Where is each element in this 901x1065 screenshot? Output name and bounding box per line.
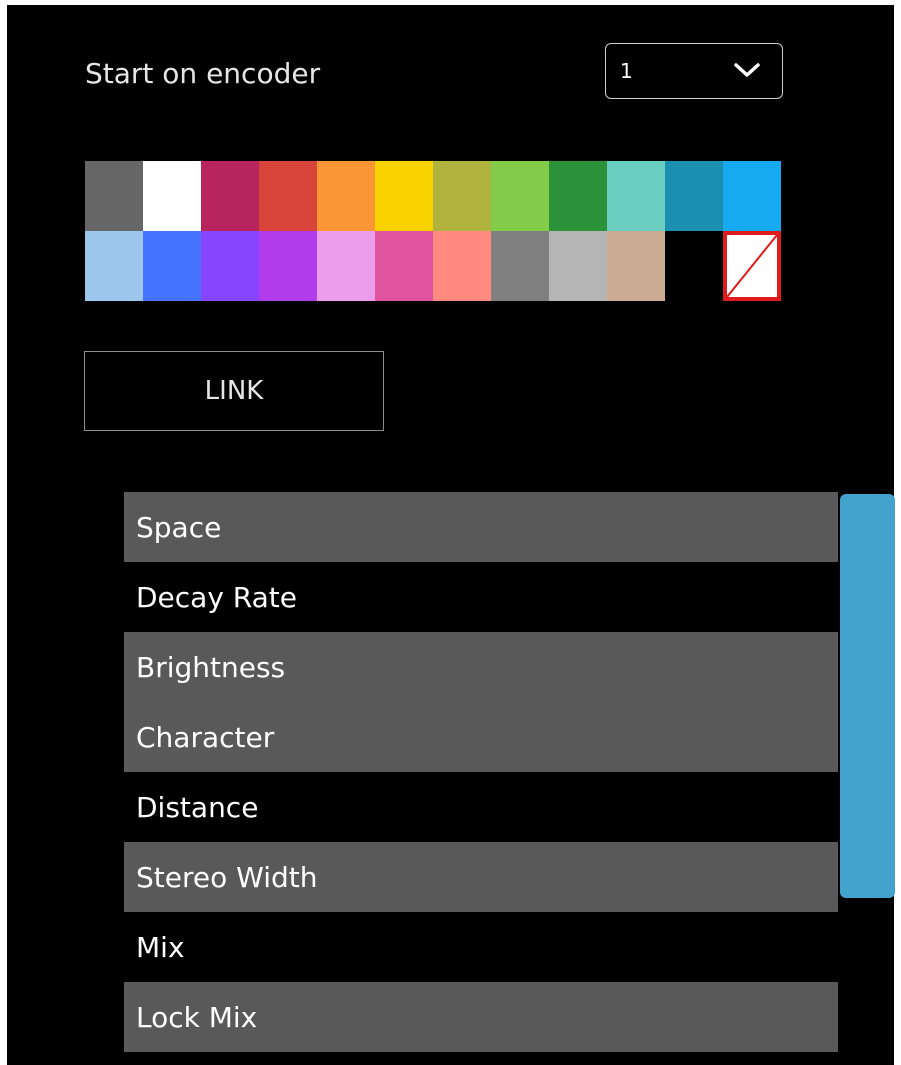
parameter-label: Space bbox=[136, 510, 222, 544]
color-palette bbox=[85, 161, 782, 301]
parameter-list-item[interactable]: Mix bbox=[124, 912, 838, 982]
color-swatch[interactable] bbox=[143, 161, 201, 231]
color-swatch[interactable] bbox=[259, 161, 317, 231]
color-swatch[interactable] bbox=[549, 161, 607, 231]
color-swatch[interactable] bbox=[491, 231, 549, 301]
color-swatch[interactable] bbox=[433, 231, 491, 301]
color-swatch[interactable] bbox=[317, 161, 375, 231]
color-swatch[interactable] bbox=[607, 161, 665, 231]
color-swatch[interactable] bbox=[607, 231, 665, 301]
color-swatch[interactable] bbox=[433, 161, 491, 231]
parameter-list-item[interactable]: Stereo Width bbox=[124, 842, 838, 912]
parameter-label: Distance bbox=[136, 790, 259, 824]
color-swatch[interactable] bbox=[665, 231, 723, 301]
color-swatch[interactable] bbox=[723, 161, 781, 231]
parameter-label: Brightness bbox=[136, 650, 286, 684]
color-swatch[interactable] bbox=[201, 161, 259, 231]
color-swatch[interactable] bbox=[491, 161, 549, 231]
color-swatch[interactable] bbox=[665, 161, 723, 231]
no-color-icon bbox=[726, 234, 778, 298]
parameter-list-item[interactable]: Lock Mix bbox=[124, 982, 838, 1052]
parameter-label: Stereo Width bbox=[136, 860, 318, 894]
parameter-list-item[interactable]: Brightness bbox=[124, 632, 838, 702]
start-on-encoder-label: Start on encoder bbox=[85, 57, 321, 90]
parameter-label: Mix bbox=[136, 930, 185, 964]
chevron-down-icon bbox=[734, 63, 760, 77]
swatch-no-color[interactable] bbox=[723, 231, 781, 301]
color-swatch[interactable] bbox=[85, 231, 143, 301]
parameter-list-item[interactable]: Distance bbox=[124, 772, 838, 842]
color-swatch[interactable] bbox=[375, 161, 433, 231]
color-swatch[interactable] bbox=[201, 231, 259, 301]
color-swatch[interactable] bbox=[259, 231, 317, 301]
color-swatch[interactable] bbox=[317, 231, 375, 301]
encoder-dropdown[interactable]: 1 bbox=[605, 43, 783, 99]
link-button[interactable]: LINK bbox=[84, 351, 384, 431]
encoder-selected-value: 1 bbox=[620, 59, 633, 83]
list-scrollbar[interactable] bbox=[840, 494, 895, 898]
parameter-label: Character bbox=[136, 720, 275, 754]
parameter-label: Decay Rate bbox=[136, 580, 298, 614]
parameter-label: Lock Mix bbox=[136, 1000, 258, 1034]
color-swatch[interactable] bbox=[549, 231, 607, 301]
parameter-list: Space Decay Rate Brightness Character Distan… bbox=[124, 492, 838, 1052]
color-swatch[interactable] bbox=[143, 231, 201, 301]
parameter-list-item[interactable]: Character bbox=[124, 702, 838, 772]
parameter-list-item[interactable]: Space bbox=[124, 492, 838, 562]
color-swatch[interactable] bbox=[85, 161, 143, 231]
color-swatch[interactable] bbox=[375, 231, 433, 301]
parameter-list-item[interactable]: Decay Rate bbox=[124, 562, 838, 632]
